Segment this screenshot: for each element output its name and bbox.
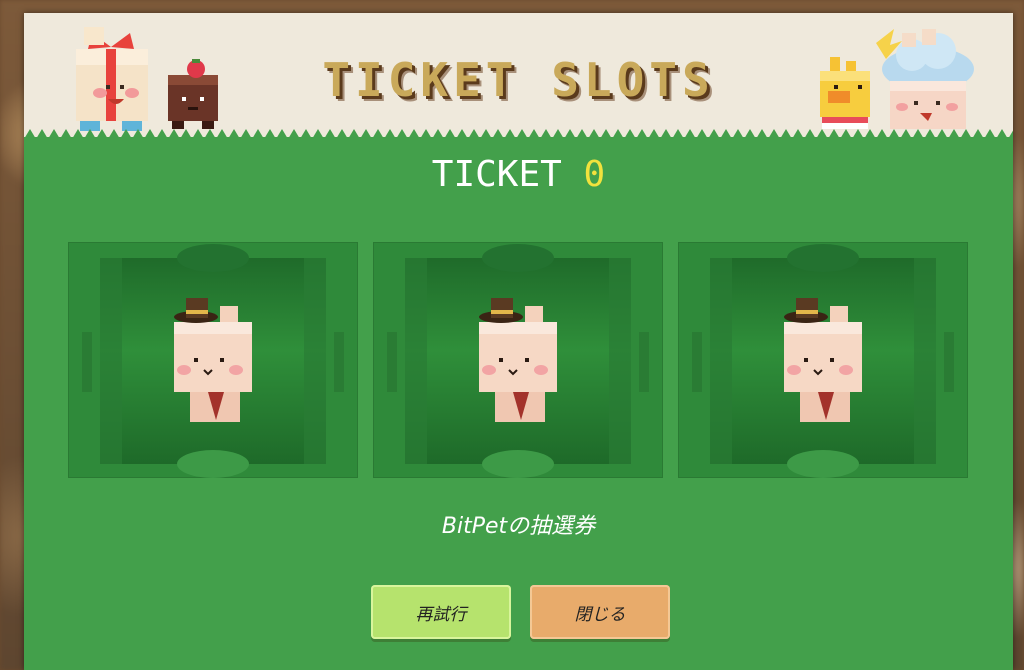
- dialog-header: TICKET SLOTS: [24, 13, 1013, 139]
- close-button[interactable]: 閉じる: [530, 585, 670, 639]
- ticket-count: 0: [583, 154, 606, 195]
- slot-reel-1: [68, 242, 358, 478]
- ticket-slots-dialog: TICKET SLOTS TICKET 0 BitPetの抽選券 再試行 閉じる: [24, 13, 1013, 670]
- ticket-caption: BitPetの抽選券: [441, 514, 596, 539]
- dialog-title: TICKET SLOTS: [322, 53, 715, 107]
- slot-reel-3: [678, 242, 968, 478]
- ticket-counter: TICKET 0: [24, 154, 1013, 195]
- slot-reel-2: [373, 242, 663, 478]
- ticket-label: TICKET: [431, 154, 562, 195]
- zigzag-divider: [24, 129, 1013, 139]
- retry-button[interactable]: 再試行: [371, 585, 511, 639]
